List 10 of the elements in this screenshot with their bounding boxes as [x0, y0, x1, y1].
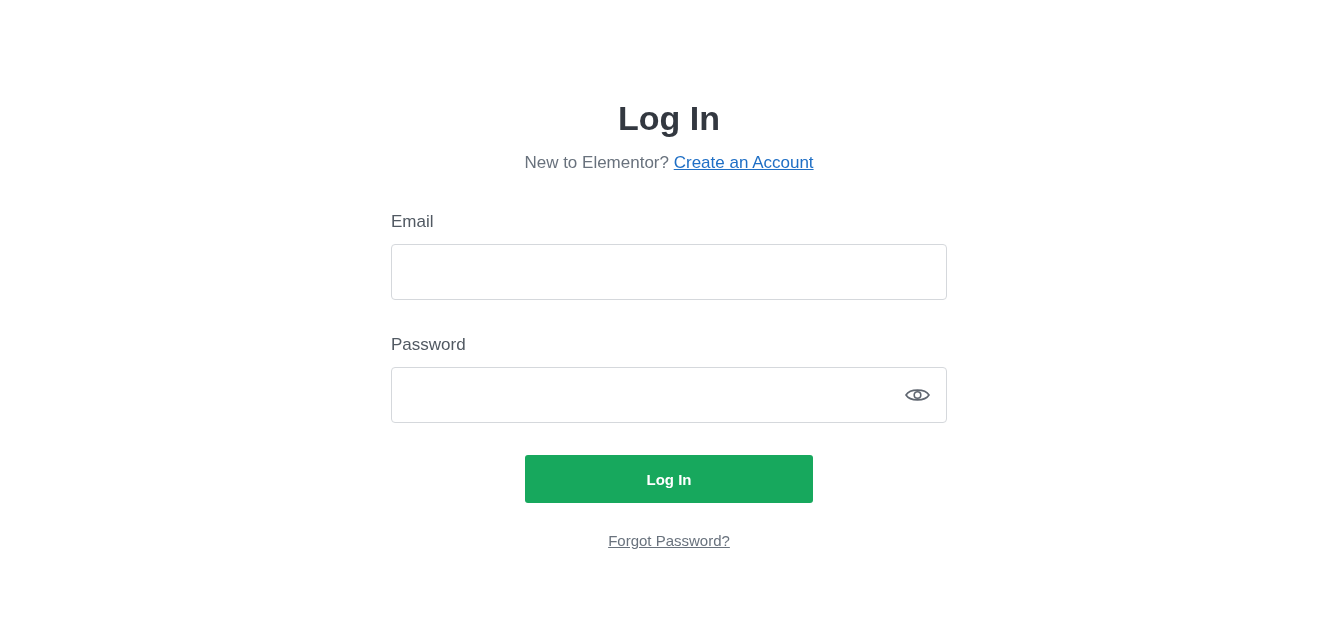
signup-prompt: New to Elementor? Create an Account [524, 152, 814, 174]
page-title: Log In [618, 98, 720, 138]
create-account-link[interactable]: Create an Account [673, 153, 814, 172]
field-label: Email [391, 211, 434, 233]
password-field[interactable] [391, 367, 947, 423]
forgot-password-link[interactable]: Forgot Password? [608, 531, 730, 551]
field-label: Password [391, 334, 466, 356]
login-button[interactable]: Log In [525, 455, 813, 503]
email-field[interactable] [391, 244, 947, 300]
eye-icon[interactable] [905, 387, 930, 403]
